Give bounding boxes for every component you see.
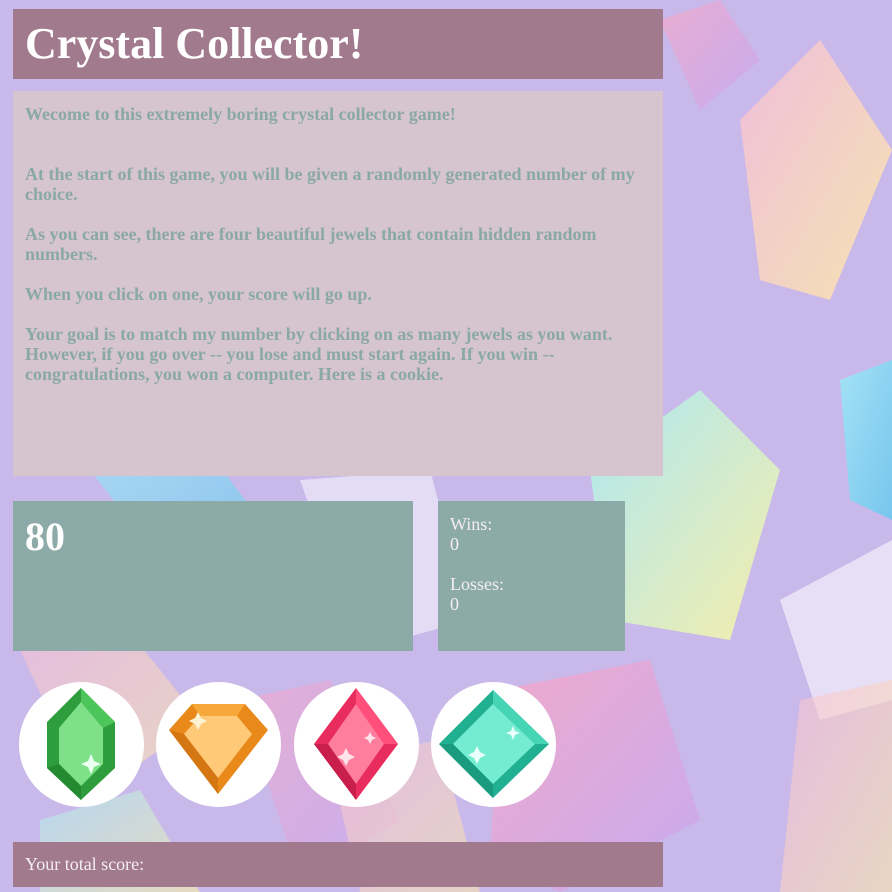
target-number: 80: [25, 514, 65, 559]
title-bar: Crystal Collector!: [13, 9, 663, 79]
losses-label: Losses:: [450, 574, 504, 594]
instructions-paragraph-click: When you click on one, your score will g…: [25, 284, 372, 304]
orange-crystal-icon: [169, 704, 268, 794]
losses-value: 0: [450, 594, 459, 614]
teal-crystal-icon: [439, 690, 549, 798]
wins-label: Wins:: [450, 514, 493, 534]
total-score-label: Your total score:: [25, 854, 145, 874]
crystal-button-green[interactable]: [19, 682, 144, 807]
crystal-button-pink[interactable]: [294, 682, 419, 807]
total-score-bar: Your total score:: [13, 842, 663, 887]
instructions-paragraph-jewels: As you can see, there are four beautiful…: [25, 224, 597, 264]
instructions-paragraph-goal: Your goal is to match my number by click…: [25, 324, 613, 384]
page-title: Crystal Collector!: [25, 19, 364, 68]
green-crystal-icon: [47, 688, 115, 800]
instructions-panel: Wecome to this extremely boring crystal …: [13, 91, 663, 476]
target-number-panel: 80: [13, 501, 413, 651]
instructions-paragraph-start: At the start of this game, you will be g…: [25, 164, 635, 204]
crystal-button-orange[interactable]: [156, 682, 281, 807]
instructions-paragraph-welcome: Wecome to this extremely boring crystal …: [25, 104, 456, 124]
crystal-button-teal[interactable]: [431, 682, 556, 807]
wins-value: 0: [450, 534, 459, 554]
win-loss-panel: Wins: 0 Losses: 0: [438, 501, 625, 651]
pink-crystal-icon: [314, 688, 398, 800]
